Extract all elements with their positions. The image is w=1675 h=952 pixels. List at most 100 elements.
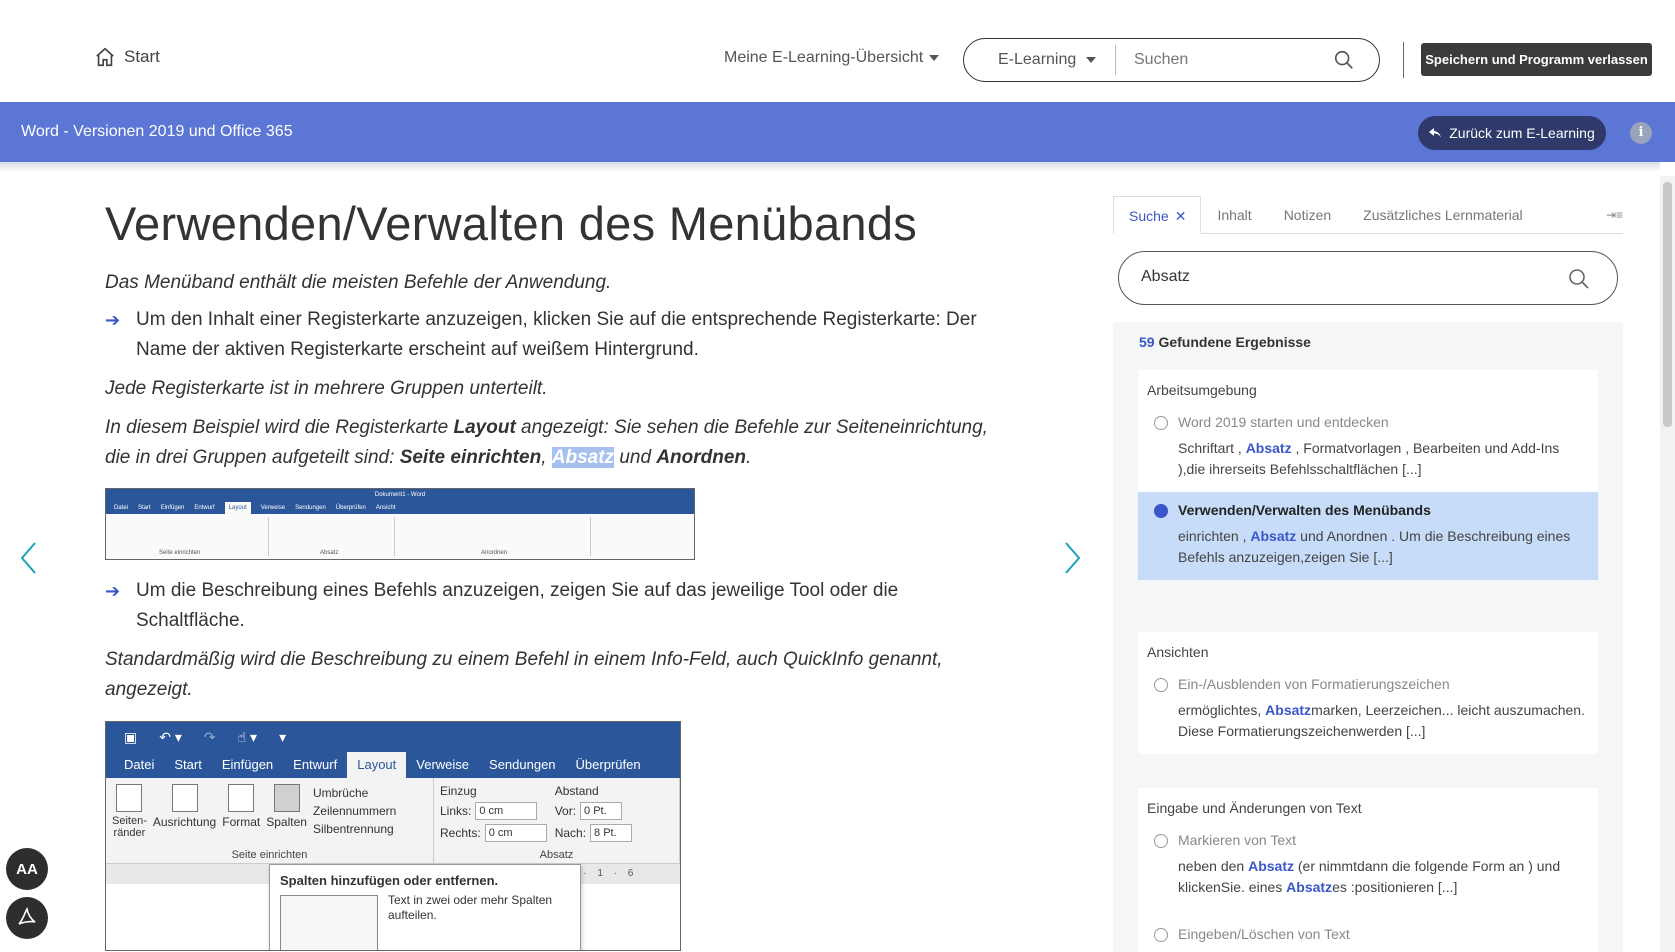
info-icon[interactable]: i (1630, 122, 1652, 144)
line-numbers-button: Zeilennummern (312, 804, 397, 819)
ribbon-tab: Überprüfen (575, 757, 641, 773)
indent-right-field: 0 cm (484, 824, 547, 843)
result-group: Arbeitsumgebung Word 2019 starten und en… (1138, 370, 1598, 580)
side-panel: Suche ✕ Inhalt Notizen Zusätzliches Lern… (1113, 196, 1623, 952)
result-group: Eingabe und Änderungen von Text Markiere… (1138, 788, 1598, 952)
ribbon-group-paragraph: Einzug Links: 0 cm Rechts: 0 cm Abstand Vo… (434, 778, 680, 864)
result-title: Word 2019 starten und entdecken (1178, 414, 1389, 430)
snippet-keyword: Absatz (1248, 858, 1294, 874)
radio-icon (1154, 678, 1168, 692)
pdf-icon (18, 906, 36, 925)
paragraph-text: Standardmäßig wird die Beschreibung zu e… (105, 649, 943, 701)
result-count-number: 59 (1139, 334, 1155, 350)
overview-label: Meine E-Learning-Übersicht (724, 49, 924, 66)
snippet-text: neben den (1178, 858, 1249, 874)
previous-page-button[interactable] (18, 540, 38, 576)
snippet-text: ermöglichtes, (1178, 702, 1266, 718)
ribbon-body: Seiten- ränder Ausrichtung Format Spalte… (106, 778, 680, 865)
scrollbar-thumb[interactable] (1663, 182, 1672, 427)
radio-icon (1154, 416, 1168, 430)
tab-suche[interactable]: Suche ✕ (1113, 196, 1202, 234)
search-input[interactable] (1134, 51, 1324, 69)
ribbon-tab-active: Layout (347, 752, 407, 779)
ribbon-group: Seite einrichten (109, 517, 269, 557)
instruction-text: Um den Inhalt einer Registerkarte anzuze… (136, 309, 977, 361)
search-scope-label: E-Learning (998, 51, 1077, 68)
quick-access-toolbar: ▣ ↶ ▾ ↷ ☝ ▾ ▾ (106, 722, 680, 753)
tab-notizen[interactable]: Notizen (1268, 196, 1347, 234)
arrow-right-icon: ➔ (105, 581, 121, 602)
tooltip-thumbnail (280, 895, 378, 951)
indent-label: Einzug (440, 784, 477, 799)
save-icon: ▣ (124, 728, 138, 745)
spacing-before-row: Vor: 0 Pt. (555, 802, 632, 821)
result-item[interactable]: Ein-/Ausblenden von Formatierungszeichen… (1138, 666, 1598, 754)
pdf-export-button[interactable] (6, 897, 48, 939)
ribbon-tab: Überprüfen (335, 505, 366, 512)
back-button-label: Zurück zum E-Learning (1449, 125, 1595, 141)
search-icon[interactable] (1333, 49, 1355, 71)
tooltip-text: Text in zwei oder mehr Spalten aufteilen… (388, 893, 553, 923)
ribbon-tab: Datei (124, 757, 155, 773)
result-group-title: Ansichten (1147, 644, 1209, 660)
ribbon-group-page-setup: Seiten- ränder Ausrichtung Format Spalte… (106, 778, 434, 864)
back-to-elearning-button[interactable]: Zurück zum E-Learning (1418, 116, 1606, 150)
customize-icon: ▾ (279, 728, 287, 745)
result-item-selected[interactable]: Verwenden/Verwalten des Menübands einric… (1138, 492, 1598, 580)
quickinfo-tooltip: Spalten hinzufügen oder entfernen. Text … (269, 864, 581, 951)
paragraph-text: In diesem Beispiel wird die Registerkart… (105, 413, 1005, 473)
collapse-panel-icon[interactable]: ⇥≡ (1606, 208, 1623, 222)
chevron-right-icon (1065, 542, 1081, 574)
snippet-text: es :positionieren [...] (1332, 879, 1458, 895)
tab-zusaetzliches-lernmaterial[interactable]: Zusätzliches Lernmaterial (1347, 196, 1539, 234)
search-scope-dropdown[interactable]: E-Learning (964, 45, 1116, 75)
panel-search-input[interactable] (1141, 268, 1541, 286)
chevron-down-icon (929, 55, 940, 61)
search-icon[interactable] (1567, 267, 1591, 291)
overview-dropdown[interactable]: Meine E-Learning-Übersicht (724, 49, 940, 67)
columns-icon (273, 784, 300, 813)
text-fragment: . (746, 447, 752, 469)
snippet-keyword: Absatz (1286, 879, 1333, 895)
tab-inhalt[interactable]: Inhalt (1201, 196, 1267, 234)
result-snippet: neben den Absatz (er nimmtdann die folge… (1178, 856, 1588, 898)
top-navigation: Start Meine E-Learning-Übersicht E-Learn… (0, 0, 1675, 102)
save-and-exit-button[interactable]: Speichern und Programm verlassen (1421, 43, 1652, 76)
ribbon-tab: Start (174, 757, 202, 773)
touch-mode-icon: ☝ ▾ (237, 728, 258, 745)
close-icon[interactable]: ✕ (1175, 208, 1187, 233)
ribbon-screenshot-small: Dokument1 - Word Datei Start Einfügen En… (105, 488, 695, 561)
result-item[interactable]: Markieren von Text neben den Absatz (er … (1138, 822, 1598, 910)
home-icon (96, 47, 114, 67)
page-scrollbar[interactable] (1660, 176, 1675, 952)
margins-icon (116, 784, 143, 813)
result-group-title: Arbeitsumgebung (1147, 382, 1257, 398)
arrow-right-icon: ➔ (105, 310, 121, 331)
snippet-keyword: Absatz (1245, 440, 1292, 456)
field-label: Nach: (554, 826, 587, 841)
start-link[interactable]: Start (94, 46, 160, 68)
chevron-left-icon (20, 542, 36, 574)
snippet-text: Schriftart , (1178, 440, 1246, 456)
result-item[interactable]: Word 2019 starten und entdecken Schrifta… (1138, 404, 1598, 492)
next-page-button[interactable] (1063, 540, 1083, 576)
result-title: Eingeben/Löschen von Text (1178, 926, 1350, 942)
spacing-after-row: Nach: 8 Pt. (554, 824, 633, 843)
indent-right-row: Rechts: 0 cm (440, 824, 547, 843)
result-snippet: ermöglichtes, Absatzmarken, Leerzeichen.… (1178, 700, 1588, 742)
radio-icon (1154, 504, 1168, 518)
ribbon-tab: Sendungen (295, 505, 326, 512)
window-title: Dokument1 - Word (106, 489, 694, 503)
ribbon-tab: Sendungen (489, 757, 556, 773)
result-item[interactable]: Eingeben/Löschen von Text (1138, 910, 1598, 952)
snippet-text: einrichten , (1178, 528, 1251, 544)
tooltip-title: Spalten hinzufügen oder entfernen. (280, 873, 499, 889)
ribbon-tab: Verweise (416, 757, 470, 773)
bold-term: Anordnen (656, 447, 747, 469)
instruction-item: ➔ Um die Beschreibung eines Befehls anzu… (105, 576, 1005, 636)
font-size-tool-button[interactable]: AA (6, 848, 48, 890)
course-title: Word - Versionen 2019 und Office 365 (21, 123, 293, 140)
button-label: Spalten (266, 815, 307, 830)
global-search: E-Learning (963, 38, 1380, 82)
button-label: Format (222, 815, 261, 830)
